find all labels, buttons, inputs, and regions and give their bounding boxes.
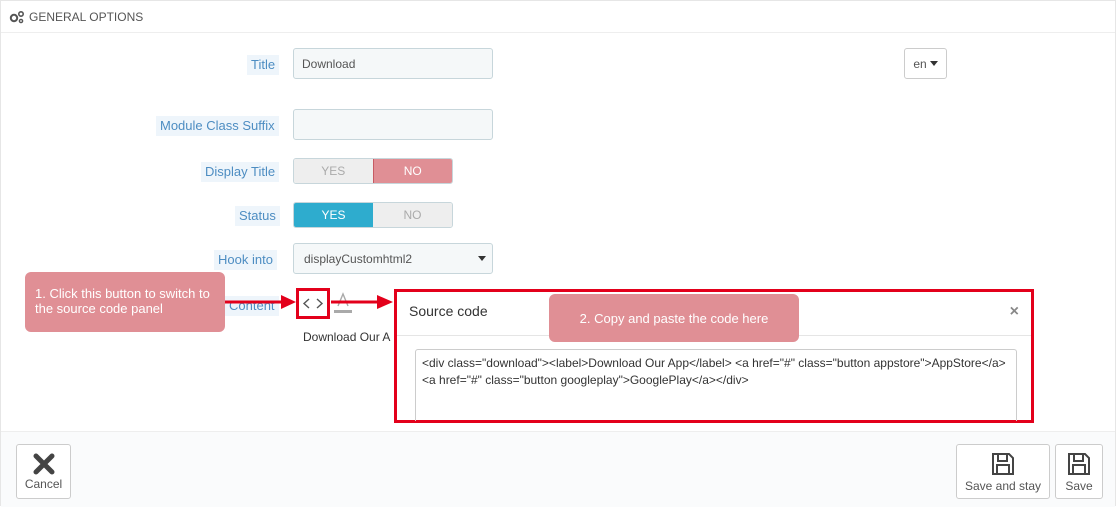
- save-label: Save: [1065, 478, 1093, 493]
- hook-into-label: Hook into: [214, 250, 277, 270]
- callout-step-1: 1. Click this button to switch to the so…: [25, 272, 225, 332]
- cogs-icon: [9, 10, 25, 23]
- status-yes-option[interactable]: YES: [294, 203, 373, 227]
- display-title-toggle: YES NO: [293, 158, 453, 184]
- display-title-no-option[interactable]: NO: [372, 159, 452, 183]
- modal-title: Source code: [409, 303, 488, 319]
- cancel-label: Cancel: [24, 476, 63, 491]
- hook-into-value: displayCustomhtml2: [304, 251, 413, 266]
- panel-heading: GENERAL OPTIONS: [1, 1, 1115, 33]
- floppy-disk-icon: [1068, 452, 1090, 475]
- hook-into-select[interactable]: displayCustomhtml2: [293, 243, 493, 274]
- close-icon: [33, 453, 54, 474]
- display-title-yes-option[interactable]: YES: [294, 159, 373, 183]
- title-label: Title: [247, 55, 280, 75]
- language-dropdown[interactable]: en: [904, 48, 947, 79]
- floppy-disk-icon: [992, 452, 1014, 475]
- select-arrow-icon: [478, 256, 486, 261]
- panel-heading-text: GENERAL OPTIONS: [29, 9, 144, 24]
- status-label: Status: [235, 206, 280, 226]
- source-code-textarea[interactable]: <div class="download"><label>Download Ou…: [415, 349, 1017, 421]
- save-and-stay-button[interactable]: Save and stay: [956, 444, 1050, 499]
- module-class-suffix-label: Module Class Suffix: [156, 116, 279, 136]
- cancel-button[interactable]: Cancel: [16, 444, 71, 499]
- display-title-label: Display Title: [201, 162, 280, 182]
- language-value: en: [913, 56, 927, 71]
- caret-down-icon: [929, 61, 938, 66]
- close-icon[interactable]: ×: [1010, 303, 1019, 321]
- editor-preview[interactable]: Download Our A: [303, 330, 390, 344]
- status-no-option[interactable]: NO: [373, 203, 452, 227]
- status-toggle: YES NO: [293, 202, 453, 228]
- save-and-stay-label: Save and stay: [964, 478, 1042, 493]
- save-button[interactable]: Save: [1055, 444, 1103, 499]
- title-input[interactable]: Download: [293, 48, 493, 79]
- general-options-panel: GENERAL OPTIONS Title Download en Module…: [0, 0, 1116, 507]
- panel-footer: Cancel Save and stay Save: [1, 431, 1115, 507]
- arrow-annotations: [225, 295, 393, 309]
- module-class-suffix-input[interactable]: [293, 109, 493, 140]
- callout-step-2: 2. Copy and paste the code here: [549, 294, 799, 342]
